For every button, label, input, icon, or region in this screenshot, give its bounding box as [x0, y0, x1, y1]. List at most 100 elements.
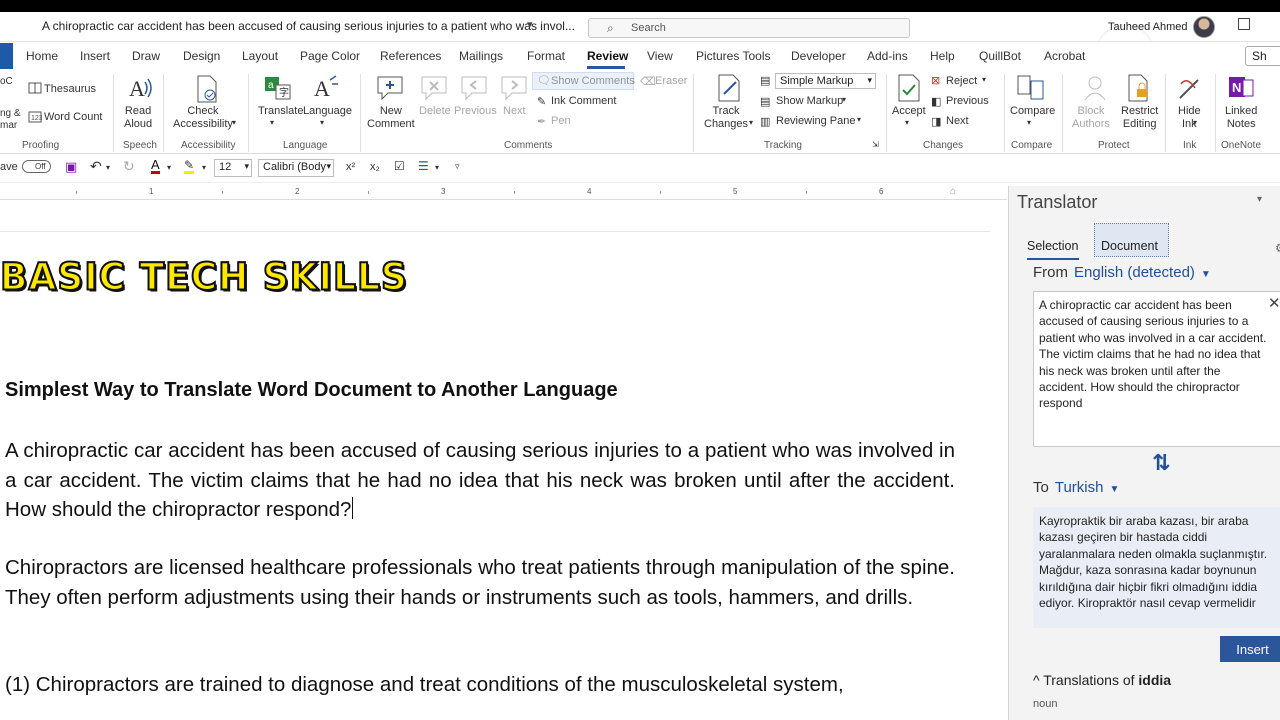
subscript-icon[interactable]: x₂	[370, 161, 380, 173]
track-changes-button[interactable]: Track Changes	[704, 105, 748, 131]
share-button[interactable]: Sh	[1245, 46, 1280, 66]
tab-home[interactable]: Home	[26, 49, 58, 63]
chevron-down-icon[interactable]: ▾	[320, 118, 324, 127]
language-button[interactable]: Language	[303, 105, 352, 118]
to-language[interactable]: Turkish	[1055, 479, 1104, 496]
gear-icon[interactable]: ⚙	[1275, 241, 1280, 255]
pane-options-icon[interactable]: ▾	[1257, 194, 1262, 205]
from-language-row[interactable]: From English (detected) ▼	[1033, 264, 1211, 281]
edit-icon[interactable]: ☑	[394, 159, 405, 173]
user-name[interactable]: Tauheed Ahmed	[1108, 21, 1188, 33]
translate-button[interactable]: Translate	[258, 105, 303, 118]
chevron-down-icon[interactable]: ▾	[749, 118, 753, 127]
save-icon[interactable]: ▣	[65, 159, 77, 175]
chevron-down-icon[interactable]: ▾	[232, 118, 236, 127]
previous-change-button[interactable]: Previous	[946, 95, 989, 107]
linked-notes-button[interactable]: Linked Notes	[1225, 105, 1257, 131]
chevron-down-icon[interactable]: ▾	[106, 163, 110, 172]
font-name-dropdown[interactable]: Calibri (Body ▾	[258, 159, 334, 177]
superscript-icon[interactable]: x²	[346, 161, 355, 173]
search-box[interactable]: ⌕ Search	[588, 18, 910, 38]
markup-dropdown[interactable]: Simple Markup ▾	[775, 73, 876, 89]
avatar[interactable]	[1193, 16, 1215, 38]
search-input[interactable]: Search	[631, 22, 666, 34]
show-markup-button[interactable]: Show Markup	[776, 95, 843, 107]
close-icon[interactable]: ✕	[1268, 294, 1280, 312]
tab-format[interactable]: Format	[527, 49, 565, 63]
dialog-launcher-icon[interactable]: ⇲	[872, 140, 879, 149]
tab-mailings[interactable]: Mailings	[459, 49, 503, 63]
undo-icon[interactable]: ↶	[90, 158, 102, 175]
paragraph-3[interactable]: (1) Chiropractors are trained to diagnos…	[5, 670, 955, 700]
chevron-down-icon[interactable]: ▾	[905, 118, 909, 127]
word-count-button[interactable]: Word Count	[44, 111, 103, 123]
delete-comment-button[interactable]: Delete	[419, 105, 451, 118]
tab-view[interactable]: View	[647, 49, 673, 63]
compare-button[interactable]: Compare	[1010, 105, 1055, 118]
tab-review[interactable]: Review	[587, 49, 628, 63]
eraser-button[interactable]: Eraser	[655, 75, 687, 87]
hide-ink-button[interactable]: Hide Ink	[1178, 105, 1201, 131]
spelling-grammar-button[interactable]: ng & mar	[0, 108, 21, 132]
tab-pictures-tools[interactable]: Pictures Tools	[696, 49, 770, 63]
autosave-toggle[interactable]: Off	[22, 160, 51, 173]
pen-button[interactable]: Pen	[551, 115, 571, 127]
read-aloud-button[interactable]: Read Aloud	[124, 105, 152, 131]
highlight-icon[interactable]: ✎	[184, 159, 195, 174]
paragraph-2[interactable]: Chiropractors are licensed healthcare pr…	[5, 553, 955, 612]
translation-output-box[interactable]: Kayropraktik bir araba kazası, bir araba…	[1033, 507, 1280, 628]
document-heading[interactable]: Simplest Way to Translate Word Document …	[5, 379, 618, 402]
tab-insert[interactable]: Insert	[80, 49, 110, 63]
tab-acrobat[interactable]: Acrobat	[1044, 49, 1085, 63]
block-authors-button[interactable]: Block Authors	[1072, 105, 1110, 131]
accept-button[interactable]: Accept	[892, 105, 926, 118]
collapse-icon[interactable]: ^	[1033, 672, 1040, 688]
swap-languages-icon[interactable]: ⇅	[1152, 450, 1170, 476]
tab-developer[interactable]: Developer	[791, 49, 846, 63]
chevron-down-icon[interactable]: ▾	[435, 163, 439, 172]
tab-design[interactable]: Design	[183, 49, 220, 63]
ink-comment-button[interactable]: Ink Comment	[551, 95, 616, 107]
title-dropdown-icon[interactable]: ▾	[527, 18, 533, 31]
window-restore-icon[interactable]	[1238, 18, 1250, 30]
chevron-down-icon[interactable]: ▾	[167, 163, 171, 172]
to-language-row[interactable]: To Turkish ▼	[1033, 479, 1119, 496]
bullets-icon[interactable]: ☰	[418, 159, 429, 173]
font-color-icon[interactable]: A	[151, 158, 160, 174]
chevron-down-icon[interactable]: ▾	[842, 95, 846, 104]
new-comment-button[interactable]: New Comment	[367, 105, 415, 131]
tab-page-color[interactable]: Page Color	[300, 49, 360, 63]
chevron-down-icon[interactable]: ▼	[1201, 269, 1211, 280]
chevron-down-icon[interactable]: ▾	[982, 75, 986, 84]
paragraph-1[interactable]: A chiropractic car accident has been acc…	[5, 436, 955, 525]
document-area[interactable]: BASIC TECH SKILLS Simplest Way to Transl…	[0, 200, 1007, 720]
from-language[interactable]: English (detected)	[1074, 264, 1195, 281]
chevron-down-icon[interactable]: ▾	[857, 115, 861, 124]
restrict-editing-button[interactable]: Restrict Editing	[1121, 105, 1158, 131]
chevron-down-icon[interactable]: ▼	[1109, 484, 1119, 495]
tab-add-ins[interactable]: Add-ins	[867, 49, 908, 63]
thesaurus-button[interactable]: Thesaurus	[44, 83, 96, 95]
redo-icon[interactable]: ↻	[123, 158, 135, 175]
spelling-partial-icon[interactable]: oC	[0, 76, 13, 87]
tab-draw[interactable]: Draw	[132, 49, 160, 63]
reject-button[interactable]: Reject	[946, 75, 977, 87]
next-change-button[interactable]: Next	[946, 115, 969, 127]
show-comments-button[interactable]: Show Comments	[551, 75, 635, 87]
chevron-down-icon[interactable]: ▾	[202, 163, 206, 172]
file-tab-edge[interactable]	[0, 43, 13, 69]
tab-help[interactable]: Help	[930, 49, 955, 63]
translations-of-header[interactable]: ^ Translations of iddia	[1033, 672, 1171, 688]
check-accessibility-button[interactable]: Check Accessibility	[173, 105, 233, 131]
chevron-down-icon[interactable]: ▾	[270, 118, 274, 127]
reviewing-pane-button[interactable]: Reviewing Pane	[776, 115, 856, 127]
right-indent-marker[interactable]: ⌂	[950, 186, 956, 197]
chevron-down-icon[interactable]: ▾	[1027, 118, 1031, 127]
source-text-box[interactable]: A chiropractic car accident has been acc…	[1033, 291, 1280, 447]
chevron-down-icon[interactable]: ▾	[1193, 118, 1197, 127]
tab-references[interactable]: References	[380, 49, 441, 63]
tab-document[interactable]: Document	[1101, 239, 1158, 253]
previous-comment-button[interactable]: Previous	[454, 105, 497, 118]
tab-layout[interactable]: Layout	[242, 49, 278, 63]
insert-button[interactable]: Insert	[1220, 636, 1280, 662]
